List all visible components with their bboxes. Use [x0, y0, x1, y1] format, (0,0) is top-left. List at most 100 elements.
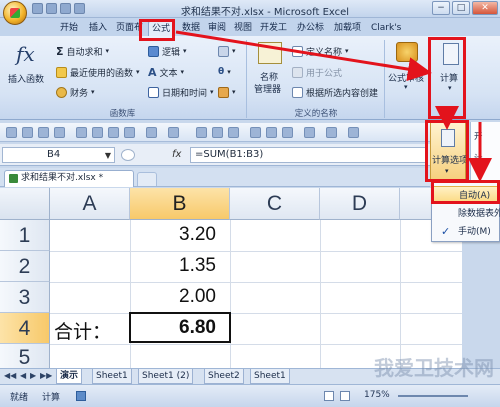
zoom-level[interactable]: 175%: [364, 390, 390, 400]
watermark: 我爱卫技术网: [374, 356, 494, 380]
datetime-button[interactable]: 日期和时间 ▾: [148, 85, 214, 99]
grid-line: [400, 220, 401, 368]
tab-addins[interactable]: 加载项: [331, 21, 364, 36]
row-header-1[interactable]: 1: [0, 220, 50, 251]
formula-input[interactable]: =SUM(B1:B3): [190, 147, 428, 163]
undo-icon[interactable]: [146, 127, 157, 138]
formula-auditing-icon: [396, 42, 418, 62]
tab-insert[interactable]: 插入: [86, 21, 110, 36]
tab-developer[interactable]: 开发工: [257, 21, 290, 36]
preview-icon[interactable]: [124, 127, 135, 138]
column-header-b[interactable]: B: [130, 188, 230, 220]
macro-record-icon[interactable]: [76, 391, 86, 401]
sheet-tab-sheet2[interactable]: Sheet2: [204, 369, 244, 384]
row-header-2[interactable]: 2: [0, 251, 50, 282]
page-layout-view-icon[interactable]: [340, 391, 350, 401]
autosum-button[interactable]: Σ 自动求和 ▾: [56, 44, 109, 58]
zoom-slider[interactable]: [398, 395, 468, 397]
tab-review[interactable]: 审阅: [205, 21, 229, 36]
create-from-selection-button[interactable]: 根据所选内容创建: [292, 85, 378, 99]
save-icon[interactable]: [32, 3, 43, 14]
logical-button[interactable]: 逻辑 ▾: [148, 44, 187, 58]
more-functions-button[interactable]: ▾: [218, 85, 236, 99]
new-tab-button[interactable]: [137, 172, 157, 186]
bold-icon[interactable]: [250, 127, 261, 138]
align-left-icon[interactable]: [196, 127, 207, 138]
nav-first-button[interactable]: ◀◀: [4, 371, 16, 380]
select-all-corner[interactable]: [0, 188, 50, 220]
sheet-tab-sheet1-b[interactable]: Sheet1: [250, 369, 290, 384]
tab-view[interactable]: 视图: [231, 21, 255, 36]
column-header-a[interactable]: A: [50, 188, 130, 220]
print-icon[interactable]: [108, 127, 119, 138]
financial-button[interactable]: 财务 ▾: [56, 85, 95, 99]
minimize-button[interactable]: −: [432, 1, 450, 15]
lookup-button[interactable]: ▾: [218, 44, 236, 58]
sheet-tab-sheet1-2[interactable]: Sheet1 (2): [138, 369, 194, 384]
grid-line: [230, 220, 231, 368]
fill-color-icon[interactable]: [304, 127, 315, 138]
insert-function-button[interactable]: fx 插入函数: [6, 40, 50, 100]
name-manager-button[interactable]: 名称 管理器: [252, 40, 290, 102]
align-center-icon[interactable]: [212, 127, 223, 138]
insert-function-fx[interactable]: fx: [172, 149, 181, 160]
document-tab[interactable]: 求和结果不对.xlsx *: [4, 170, 134, 187]
close-button[interactable]: ✕: [472, 1, 498, 15]
maximize-button[interactable]: □: [452, 1, 470, 15]
cell-b3[interactable]: 2.00: [132, 286, 216, 308]
tab-clarks[interactable]: Clark's: [368, 21, 404, 36]
sheet-tab-sheet1[interactable]: Sheet1: [92, 369, 132, 384]
customize-qat-icon[interactable]: [74, 3, 85, 14]
menu-item-automatic-except-tables[interactable]: 除数据表外: [432, 205, 500, 223]
calc-now-item[interactable]: 开: [474, 130, 500, 144]
row-header-3[interactable]: 3: [0, 282, 50, 313]
underline-icon[interactable]: [282, 127, 293, 138]
undo-icon[interactable]: [46, 3, 57, 14]
redo-icon[interactable]: [168, 127, 179, 138]
row-header-4[interactable]: 4: [0, 313, 50, 344]
menu-item-manual[interactable]: ✓ 手动(M): [432, 223, 500, 241]
nav-last-button[interactable]: ▶▶: [40, 371, 52, 380]
excel-window: 求和结果不对.xlsx - Microsoft Excel − □ ✕ 开始 插…: [0, 0, 500, 407]
math-button[interactable]: θ ▾: [218, 65, 231, 79]
borders-icon[interactable]: [348, 127, 359, 138]
formula-auditing-button[interactable]: 公式审核 ▾: [388, 40, 428, 102]
expand-handle[interactable]: [121, 149, 135, 161]
copy-icon[interactable]: [38, 127, 49, 138]
tab-office-tab[interactable]: 办公标: [294, 21, 327, 36]
paste-icon[interactable]: [54, 127, 65, 138]
column-header-c[interactable]: C: [230, 188, 320, 220]
toolbar-icon[interactable]: [6, 127, 17, 138]
italic-icon[interactable]: [266, 127, 277, 138]
name-box[interactable]: B4 ▼: [2, 147, 115, 163]
chevron-down-icon: ▾: [232, 88, 236, 96]
chevron-down-icon: ▾: [91, 88, 95, 96]
cell-b2[interactable]: 1.35: [132, 255, 216, 277]
column-header-d[interactable]: D: [320, 188, 400, 220]
office-button[interactable]: [3, 1, 27, 25]
worksheet-grid[interactable]: A B C D 1 2 3 4 5 3.20 1.35 2.00 合计： 6.8…: [0, 188, 462, 368]
chevron-down-icon: ▾: [227, 68, 231, 76]
define-name-button[interactable]: 定义名称 ▾: [292, 44, 349, 58]
align-right-icon[interactable]: [228, 127, 239, 138]
font-color-icon[interactable]: [326, 127, 337, 138]
cut-icon[interactable]: [22, 127, 33, 138]
tab-home[interactable]: 开始: [57, 21, 81, 36]
row-header-5[interactable]: 5: [0, 344, 50, 368]
window-controls: − □ ✕: [432, 1, 498, 15]
save-icon[interactable]: [92, 127, 103, 138]
recent-functions-button[interactable]: 最近使用的函数 ▾: [56, 65, 140, 79]
text-button[interactable]: A 文本 ▾: [148, 65, 184, 79]
normal-view-icon[interactable]: [324, 391, 334, 401]
recent-functions-label: 最近使用的函数: [70, 68, 134, 79]
redo-icon[interactable]: [60, 3, 71, 14]
sheet-tab-demo[interactable]: 演示: [56, 369, 83, 384]
calc-sheet-item[interactable]: 计: [474, 152, 500, 166]
cell-a4[interactable]: 合计：: [54, 317, 111, 344]
open-icon[interactable]: [76, 127, 87, 138]
cell-b1[interactable]: 3.20: [132, 224, 216, 246]
nav-prev-button[interactable]: ◀: [20, 371, 26, 380]
tab-data[interactable]: 数据: [179, 21, 203, 36]
nav-next-button[interactable]: ▶: [30, 371, 36, 380]
use-in-formula-button[interactable]: 用于公式: [292, 65, 342, 79]
